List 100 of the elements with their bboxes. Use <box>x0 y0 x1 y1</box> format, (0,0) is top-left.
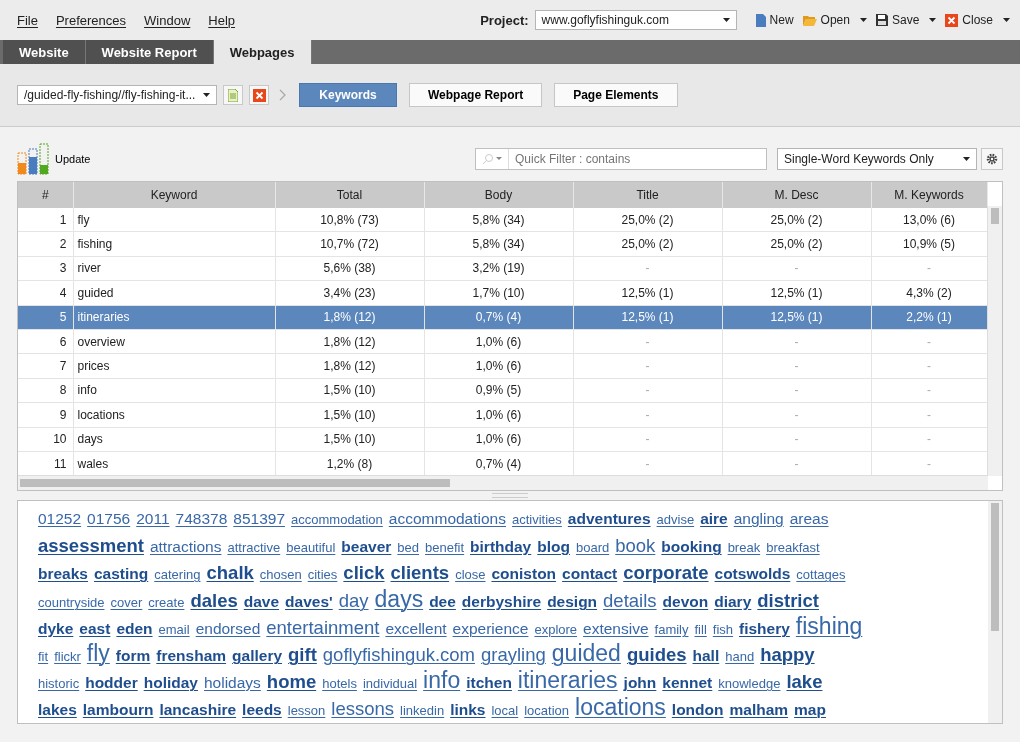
keyword-link[interactable]: create <box>148 589 185 616</box>
keyword-link[interactable]: linkedin <box>400 697 445 723</box>
keyword-link[interactable]: fishing <box>795 613 863 640</box>
keyword-link[interactable]: advise <box>656 506 695 533</box>
column-header[interactable]: # <box>18 182 73 208</box>
keyword-link[interactable]: historic <box>38 670 80 697</box>
keyword-link[interactable]: contact <box>562 560 618 587</box>
project-dropdown[interactable]: www.goflyfishinguk.com <box>534 10 737 30</box>
keyword-link[interactable]: catering <box>154 561 201 588</box>
keyword-link[interactable]: form <box>115 642 151 669</box>
keyword-link[interactable]: 01756 <box>87 505 131 532</box>
keyword-link[interactable]: birthday <box>470 533 532 560</box>
view-button[interactable]: Page Elements <box>554 83 678 107</box>
keyword-link[interactable]: booking <box>661 533 722 560</box>
keyword-link[interactable]: activities <box>512 506 562 533</box>
keyword-link[interactable]: board <box>575 534 610 561</box>
settings-button[interactable] <box>981 148 1003 170</box>
keyword-link[interactable]: dales <box>190 587 238 614</box>
keyword-link[interactable]: days <box>374 586 424 613</box>
keyword-link[interactable]: happy <box>760 641 815 668</box>
keyword-mode-dropdown[interactable]: Single-Word Keywords Only <box>777 148 977 170</box>
keyword-link[interactable]: endorsed <box>195 615 261 642</box>
keyword-link[interactable]: fish <box>712 616 733 643</box>
keyword-link[interactable]: countryside <box>38 589 105 616</box>
keyword-link[interactable]: holidays <box>204 669 261 696</box>
toolbar-button[interactable]: Save <box>875 13 937 27</box>
column-header[interactable]: M. Desc <box>722 182 871 208</box>
keyword-link[interactable]: fit <box>38 643 49 670</box>
keyword-link[interactable]: close <box>455 561 486 588</box>
keyword-link[interactable]: hotels <box>322 670 357 697</box>
scrollbar-thumb[interactable] <box>991 208 999 224</box>
keyword-link[interactable]: london <box>671 696 724 723</box>
keyword-link[interactable]: breaks <box>38 560 88 587</box>
view-button[interactable]: Keywords <box>299 83 397 107</box>
toolbar-button[interactable]: Close <box>945 13 1010 27</box>
keyword-link[interactable]: aire <box>700 505 728 532</box>
keyword-link[interactable]: devon <box>662 588 709 615</box>
keyword-link[interactable]: gift <box>288 641 317 668</box>
column-header[interactable]: M. Keywords <box>871 182 987 208</box>
keyword-link[interactable]: chosen <box>259 561 302 588</box>
quick-filter-box[interactable]: Quick Filter : contains <box>475 148 767 170</box>
menu-item[interactable]: Preferences <box>55 12 127 28</box>
keyword-link[interactable]: eden <box>116 615 153 642</box>
keyword-link[interactable]: fly <box>86 640 110 667</box>
menu-item[interactable]: File <box>17 12 38 28</box>
keyword-link[interactable]: itchen <box>466 669 512 696</box>
keyword-link[interactable]: info <box>423 667 461 694</box>
keyword-link[interactable]: clients <box>390 559 450 586</box>
keyword-link[interactable]: locations <box>575 694 666 721</box>
keyword-link[interactable]: leeds <box>242 696 282 723</box>
keyword-link[interactable]: kennet <box>662 669 713 696</box>
keyword-link[interactable]: extensive <box>583 615 649 642</box>
keyword-link[interactable]: corporate <box>623 559 709 586</box>
keyword-link[interactable]: derbyshire <box>461 588 542 615</box>
keyword-link[interactable]: cottages <box>796 561 846 588</box>
keyword-link[interactable]: local <box>491 697 519 723</box>
keyword-link[interactable]: lakes <box>38 696 77 723</box>
keyword-link[interactable]: guides <box>626 641 687 668</box>
keyword-link[interactable]: lancashire <box>159 696 237 723</box>
keyword-link[interactable]: accommodation <box>291 506 383 533</box>
keyword-link[interactable]: frensham <box>156 642 227 669</box>
keyword-link[interactable]: gallery <box>232 642 283 669</box>
column-header[interactable]: Keyword <box>73 182 275 208</box>
keyword-link[interactable]: attractions <box>149 533 222 560</box>
keyword-link[interactable]: daves' <box>285 588 333 615</box>
keyword-link[interactable]: excellent <box>385 615 447 642</box>
keyword-link[interactable]: lambourn <box>82 696 154 723</box>
view-button[interactable]: Webpage Report <box>409 83 543 107</box>
keyword-link[interactable]: beaver <box>341 533 392 560</box>
scrollbar-thumb[interactable] <box>991 503 999 631</box>
keyword-link[interactable]: fishery <box>739 615 790 642</box>
keyword-link[interactable]: details <box>603 587 657 614</box>
keyword-link[interactable]: knowledge <box>718 670 781 697</box>
page-dropdown[interactable]: /guided-fly-fishing//fly-fishing-it... <box>17 85 217 105</box>
keyword-link[interactable]: day <box>338 587 369 614</box>
scrollbar-thumb[interactable] <box>20 479 450 487</box>
keyword-link[interactable]: chalk <box>206 559 254 586</box>
keyword-link[interactable]: experience <box>452 615 529 642</box>
keyword-link[interactable]: lesson <box>287 697 326 723</box>
keyword-link[interactable]: email <box>158 616 190 643</box>
keyword-link[interactable]: guided <box>551 640 621 667</box>
keyword-link[interactable]: links <box>450 696 486 723</box>
keyword-link[interactable]: angling <box>733 505 784 532</box>
keyword-link[interactable]: 851397 <box>233 505 286 532</box>
keyword-link[interactable]: individual <box>362 670 418 697</box>
keyword-link[interactable]: itineraries <box>517 667 618 694</box>
quick-filter-field[interactable]: Quick Filter : contains <box>509 151 766 167</box>
page-button[interactable] <box>223 85 243 105</box>
keyword-link[interactable]: diary <box>714 588 752 615</box>
tab[interactable]: Webpages <box>213 40 312 64</box>
keyword-link[interactable]: dee <box>429 588 456 615</box>
keyword-link[interactable]: casting <box>94 560 149 587</box>
toolbar-button[interactable]: New <box>755 13 794 27</box>
keyword-link[interactable]: dave <box>243 588 280 615</box>
keyword-link[interactable]: 2011 <box>136 505 170 532</box>
keyword-link[interactable]: entertainment <box>266 614 380 641</box>
keyword-link[interactable]: design <box>547 588 598 615</box>
keyword-link[interactable]: grayling <box>481 641 546 668</box>
keyword-link[interactable]: cities <box>307 561 338 588</box>
keyword-link[interactable]: benefit <box>425 534 465 561</box>
